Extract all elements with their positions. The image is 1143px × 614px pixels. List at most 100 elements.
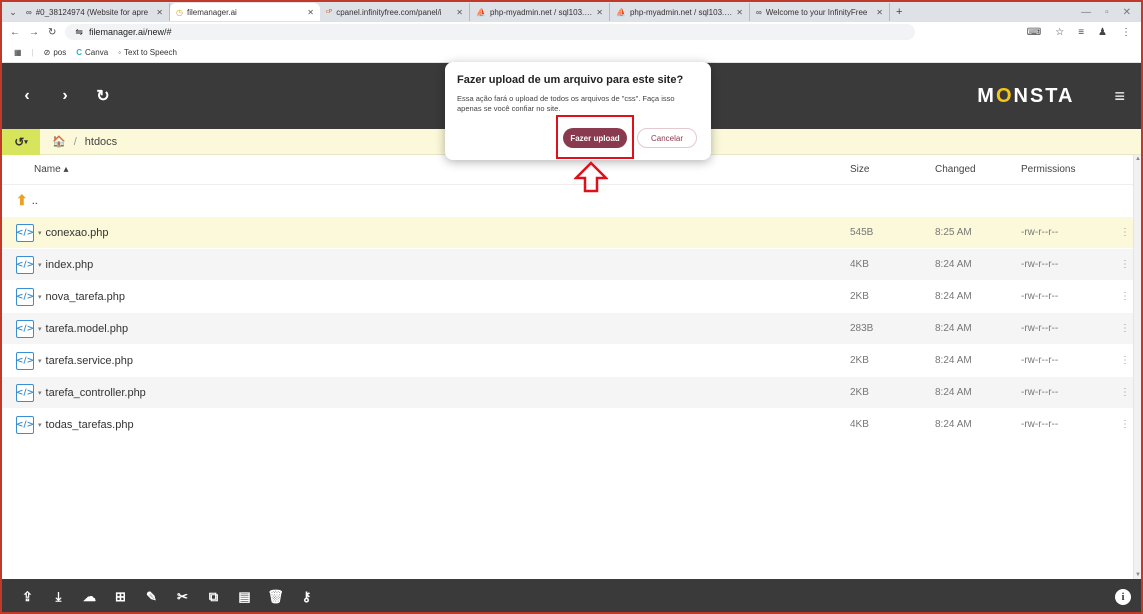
window-controls: — ▫ ✕	[1081, 7, 1141, 18]
parent-directory-row[interactable]: ⬆ ..	[2, 185, 1133, 217]
php-file-icon: </>	[16, 255, 34, 274]
row-menu-icon[interactable]: ⋮	[1117, 387, 1133, 398]
nav-forward-icon[interactable]: ›	[46, 87, 84, 105]
upload-icon[interactable]: ⇪	[12, 589, 43, 605]
tab-close-icon[interactable]: ✕	[736, 8, 743, 17]
row-menu-icon[interactable]: ⋮	[1117, 419, 1133, 430]
site-info-icon[interactable]: ⇋	[75, 27, 83, 38]
tab-infinityfree[interactable]: ∞ Welcome to your InfinityFree ✕	[750, 3, 890, 21]
row-menu-icon[interactable]: ⋮	[1117, 291, 1133, 302]
cloud-upload-icon[interactable]: ☁	[74, 589, 105, 605]
table-row[interactable]: </> ▾ conexao.php 545B 8:25 AM -rw-r--r-…	[2, 217, 1133, 249]
tab-close-icon[interactable]: ✕	[156, 8, 163, 17]
tab-website[interactable]: ∞ #0_38124974 (Website for apre ✕	[20, 3, 170, 21]
table-row[interactable]: </> ▾ tarefa.service.php 2KB 8:24 AM -rw…	[2, 345, 1133, 377]
row-menu-icon[interactable]: ⋮	[1117, 355, 1133, 366]
chevron-down-icon[interactable]: ▾	[38, 357, 42, 365]
forward-icon[interactable]: →	[29, 27, 39, 38]
back-icon[interactable]: ←	[10, 27, 20, 38]
php-file-icon: </>	[16, 351, 34, 370]
file-name: index.php	[45, 258, 94, 271]
minimize-icon[interactable]: —	[1081, 7, 1091, 18]
php-file-icon: </>	[16, 287, 34, 306]
php-file-icon: </>	[16, 223, 34, 242]
table-row[interactable]: </> ▾ index.php 4KB 8:24 AM -rw-r--r-- ⋮	[2, 249, 1133, 281]
scroll-up-icon[interactable]: ▲	[1135, 156, 1141, 162]
apps-grid-icon[interactable]: ▦	[14, 48, 22, 57]
info-icon[interactable]: i	[1115, 588, 1131, 605]
translate-icon[interactable]: ⌨	[1027, 27, 1041, 38]
chevron-down-icon[interactable]: ▾	[38, 325, 42, 333]
tab-search-icon[interactable]: ⌄	[6, 7, 20, 18]
bookmark-pos[interactable]: ⊘ pos	[44, 48, 67, 57]
row-menu-icon[interactable]: ⋮	[1117, 227, 1133, 238]
tab-strip: ⌄ ∞ #0_38124974 (Website for apre ✕ ◷ fi…	[2, 2, 1141, 22]
monsta-logo: MONSTA	[977, 84, 1075, 107]
edit-icon[interactable]: ✎	[136, 589, 167, 605]
tab-close-icon[interactable]: ✕	[876, 8, 883, 17]
row-menu-icon[interactable]: ⋮	[1117, 259, 1133, 270]
file-changed: 8:24 AM	[935, 419, 972, 430]
new-folder-icon[interactable]: ⊞	[105, 589, 136, 605]
column-header-permissions[interactable]: Permissions	[1021, 164, 1117, 175]
php-file-icon: </>	[16, 383, 34, 402]
file-permissions: -rw-r--r--	[1021, 419, 1059, 430]
profile-icon[interactable]: ♟	[1098, 27, 1107, 38]
cancel-button[interactable]: Cancelar	[637, 128, 697, 148]
history-button[interactable]: ↺ ▾	[2, 128, 40, 155]
paste-icon[interactable]: ▤	[229, 589, 260, 605]
column-header-name[interactable]: Name ▴	[2, 164, 850, 175]
bookmark-canva[interactable]: C Canva	[76, 48, 108, 57]
file-size: 2KB	[850, 355, 869, 366]
restore-icon[interactable]: ▫	[1105, 7, 1109, 18]
tab-close-icon[interactable]: ✕	[596, 8, 603, 17]
refresh-icon[interactable]: ↻	[84, 86, 122, 106]
reload-icon[interactable]: ↻	[48, 27, 56, 38]
menu-icon[interactable]: ⋮	[1121, 27, 1131, 38]
bookmark-star-icon[interactable]: ☆	[1055, 27, 1064, 38]
tab-favicon-icon: ∞	[756, 7, 762, 17]
chevron-down-icon[interactable]: ▾	[38, 229, 42, 237]
table-row[interactable]: </> ▾ nova_tarefa.php 2KB 8:24 AM -rw-r-…	[2, 281, 1133, 313]
chevron-down-icon[interactable]: ▾	[38, 389, 42, 397]
new-tab-icon[interactable]: +	[890, 6, 908, 18]
tab-close-icon[interactable]: ✕	[456, 8, 463, 17]
file-name: nova_tarefa.php	[45, 290, 126, 303]
table-row[interactable]: </> ▾ tarefa.model.php 283B 8:24 AM -rw-…	[2, 313, 1133, 345]
table-row[interactable]: </> ▾ todas_tarefas.php 4KB 8:24 AM -rw-…	[2, 409, 1133, 441]
copy-icon[interactable]: ⧉	[198, 589, 229, 605]
up-arrow-annotation-icon	[574, 161, 608, 193]
table-row[interactable]: </> ▾ tarefa_controller.php 2KB 8:24 AM …	[2, 377, 1133, 409]
tab-filemanager[interactable]: ◷ filemanager.ai ✕	[170, 3, 320, 21]
file-changed: 8:24 AM	[935, 387, 972, 398]
chevron-down-icon[interactable]: ▾	[38, 261, 42, 269]
delete-icon[interactable]: 🗑	[260, 589, 291, 605]
tab-close-icon[interactable]: ✕	[307, 8, 314, 17]
tab-phpmyadmin-2[interactable]: ⛵ php-myadmin.net / sql103.infir ✕	[610, 3, 750, 21]
bookmark-label: Text to Speech	[124, 47, 177, 57]
url-field[interactable]: ⇋ filemanager.ai/new/#	[65, 24, 916, 40]
file-changed: 8:24 AM	[935, 355, 972, 366]
cut-icon[interactable]: ✂	[167, 589, 198, 605]
bookmark-text-to-speech[interactable]: ◦ Text to Speech	[118, 48, 177, 57]
rename-icon[interactable]: ⚷	[291, 589, 322, 605]
close-window-icon[interactable]: ✕	[1123, 7, 1131, 18]
chevron-down-icon[interactable]: ▾	[38, 421, 42, 429]
column-header-size[interactable]: Size	[850, 164, 935, 175]
home-icon[interactable]: 🏠	[52, 135, 66, 148]
tab-title: #0_38124974 (Website for apre	[35, 7, 149, 17]
tab-favicon-icon: ∞	[26, 7, 32, 17]
chevron-down-icon[interactable]: ▾	[38, 293, 42, 301]
hamburger-menu-icon[interactable]: ≡	[1114, 86, 1125, 107]
column-header-changed[interactable]: Changed	[935, 164, 1021, 175]
tab-cpanel[interactable]: ᶜᴾ cpanel.infinityfree.com/panel/i ✕	[320, 3, 470, 21]
vertical-scrollbar[interactable]: ▲ ▼	[1133, 155, 1141, 579]
tab-favicon-icon: ◷	[176, 7, 183, 17]
tab-phpmyadmin-1[interactable]: ⛵ php-myadmin.net / sql103.bye ✕	[470, 3, 610, 21]
breadcrumb-current[interactable]: htdocs	[85, 136, 117, 148]
extensions-icon[interactable]: ≡	[1078, 27, 1084, 38]
row-menu-icon[interactable]: ⋮	[1117, 323, 1133, 334]
nav-back-icon[interactable]: ‹	[8, 87, 46, 105]
download-icon[interactable]: ⤓	[43, 589, 74, 605]
scroll-down-icon[interactable]: ▼	[1135, 572, 1141, 578]
